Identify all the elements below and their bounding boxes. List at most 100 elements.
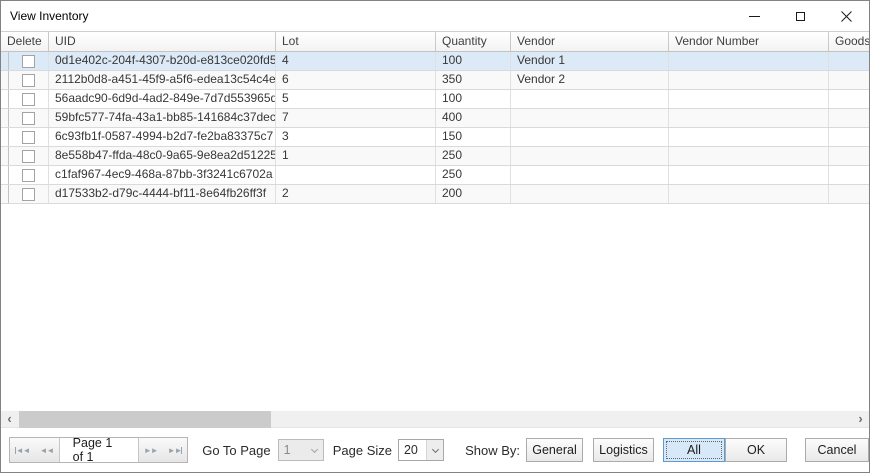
row-indicator [1, 52, 9, 70]
horizontal-scrollbar[interactable]: ‹ › [1, 411, 869, 428]
scroll-left-arrow-icon[interactable]: ‹ [1, 411, 18, 428]
grid-body: 0d1e402c-204f-4307-b20d-e813ce020fd54100… [1, 52, 869, 204]
cell-goods_receipt [829, 147, 869, 165]
previous-page-button[interactable]: ◄◄ [34, 438, 58, 462]
delete-cell [9, 147, 49, 165]
cell-quantity: 100 [436, 90, 511, 108]
close-button[interactable] [823, 1, 869, 31]
window-controls [731, 1, 869, 31]
scroll-right-arrow-icon[interactable]: › [852, 411, 869, 428]
cell-goods_receipt [829, 90, 869, 108]
cell-lot: 7 [276, 109, 436, 127]
logistics-button[interactable]: Logistics [593, 438, 654, 462]
cell-vendor_number [669, 147, 829, 165]
delete-checkbox[interactable] [22, 93, 35, 106]
delete-cell [9, 185, 49, 203]
table-row[interactable]: 8e558b47-ffda-48c0-9a65-9e8ea2d512251250 [1, 147, 869, 166]
cell-quantity: 200 [436, 185, 511, 203]
grid-empty-area [1, 204, 869, 411]
cell-uid: 8e558b47-ffda-48c0-9a65-9e8ea2d51225 [49, 147, 276, 165]
delete-cell [9, 90, 49, 108]
column-header-uid[interactable]: UID [49, 32, 276, 51]
last-page-icon [181, 447, 182, 454]
minimize-button[interactable] [731, 1, 777, 31]
table-row[interactable]: 59bfc577-74fa-43a1-bb85-141684c37dec7400 [1, 109, 869, 128]
column-header-vendor_number[interactable]: Vendor Number [669, 32, 829, 51]
column-header-lot[interactable]: Lot [276, 32, 436, 51]
go-to-page-value: 1 [279, 440, 306, 460]
column-header-quantity[interactable]: Quantity [436, 32, 511, 51]
delete-checkbox[interactable] [22, 112, 35, 125]
cell-vendor [511, 90, 669, 108]
cell-uid: 59bfc577-74fa-43a1-bb85-141684c37dec [49, 109, 276, 127]
all-button[interactable]: All [663, 438, 725, 462]
cell-uid: 0d1e402c-204f-4307-b20d-e813ce020fd5 [49, 52, 276, 70]
cell-lot: 6 [276, 71, 436, 89]
cell-lot: 1 [276, 147, 436, 165]
previous-page-icon: ◄◄ [40, 446, 54, 455]
delete-checkbox[interactable] [22, 131, 35, 144]
page-indicator: Page 1 of 1 [59, 438, 139, 462]
table-row[interactable]: 2112b0d8-a451-45f9-a5f6-edea13c54c4e6350… [1, 71, 869, 90]
cell-quantity: 250 [436, 147, 511, 165]
cell-lot: 2 [276, 185, 436, 203]
cell-vendor_number [669, 90, 829, 108]
go-to-page-label: Go To Page [202, 443, 270, 458]
first-page-button[interactable]: ◄◄ [10, 438, 34, 462]
cell-lot [276, 166, 436, 184]
scrollbar-thumb[interactable] [19, 411, 271, 428]
chevron-down-icon [311, 445, 318, 452]
table-row[interactable]: d17533b2-d79c-4444-bf11-8e64fb26ff3f2200 [1, 185, 869, 204]
general-button[interactable]: General [526, 438, 583, 462]
delete-checkbox[interactable] [22, 150, 35, 163]
cell-vendor_number [669, 52, 829, 70]
next-page-icon: ►► [144, 446, 158, 455]
delete-cell [9, 109, 49, 127]
chevron-down-icon [432, 445, 439, 452]
cell-vendor: Vendor 1 [511, 52, 669, 70]
cell-quantity: 250 [436, 166, 511, 184]
delete-checkbox[interactable] [22, 169, 35, 182]
cell-vendor_number [669, 71, 829, 89]
row-indicator [1, 109, 9, 127]
cell-vendor_number [669, 166, 829, 184]
cell-goods_receipt [829, 185, 869, 203]
delete-checkbox[interactable] [22, 188, 35, 201]
cell-quantity: 100 [436, 52, 511, 70]
delete-cell [9, 166, 49, 184]
table-row[interactable]: 6c93fb1f-0587-4994-b2d7-fe2ba83375c73150 [1, 128, 869, 147]
pager: ◄◄ ◄◄ Page 1 of 1 ►► ►► [9, 437, 188, 463]
cell-vendor [511, 147, 669, 165]
cell-goods_receipt [829, 109, 869, 127]
cell-quantity: 150 [436, 128, 511, 146]
column-header-vendor[interactable]: Vendor [511, 32, 669, 51]
delete-cell [9, 71, 49, 89]
table-row[interactable]: 0d1e402c-204f-4307-b20d-e813ce020fd54100… [1, 52, 869, 71]
grid-header: DeleteUIDLotQuantityVendorVendor NumberG… [1, 31, 869, 52]
delete-cell [9, 128, 49, 146]
cell-uid: c1faf967-4ec9-468a-87bb-3f3241c6702a [49, 166, 276, 184]
cancel-button[interactable]: Cancel [805, 438, 869, 462]
next-page-button[interactable]: ►► [139, 438, 163, 462]
cell-vendor [511, 166, 669, 184]
row-indicator [1, 147, 9, 165]
maximize-button[interactable] [777, 1, 823, 31]
column-header-delete[interactable]: Delete [1, 32, 49, 51]
cell-vendor: Vendor 2 [511, 71, 669, 89]
cell-vendor [511, 109, 669, 127]
column-header-goods_receipt[interactable]: Goods R [829, 32, 869, 51]
page-size-select[interactable]: 20 [398, 439, 444, 461]
delete-checkbox[interactable] [22, 74, 35, 87]
page-size-label: Page Size [333, 443, 392, 458]
table-row[interactable]: c1faf967-4ec9-468a-87bb-3f3241c6702a 250 [1, 166, 869, 185]
ok-button[interactable]: OK [725, 438, 787, 462]
last-page-button[interactable]: ►► [163, 438, 187, 462]
cell-vendor_number [669, 109, 829, 127]
table-row[interactable]: 56aadc90-6d9d-4ad2-849e-7d7d553965dd5100 [1, 90, 869, 109]
delete-checkbox[interactable] [22, 55, 35, 68]
show-by-label: Show By: [465, 443, 520, 458]
cell-goods_receipt [829, 52, 869, 70]
cell-uid: 56aadc90-6d9d-4ad2-849e-7d7d553965dd [49, 90, 276, 108]
cell-uid: d17533b2-d79c-4444-bf11-8e64fb26ff3f [49, 185, 276, 203]
row-indicator [1, 166, 9, 184]
